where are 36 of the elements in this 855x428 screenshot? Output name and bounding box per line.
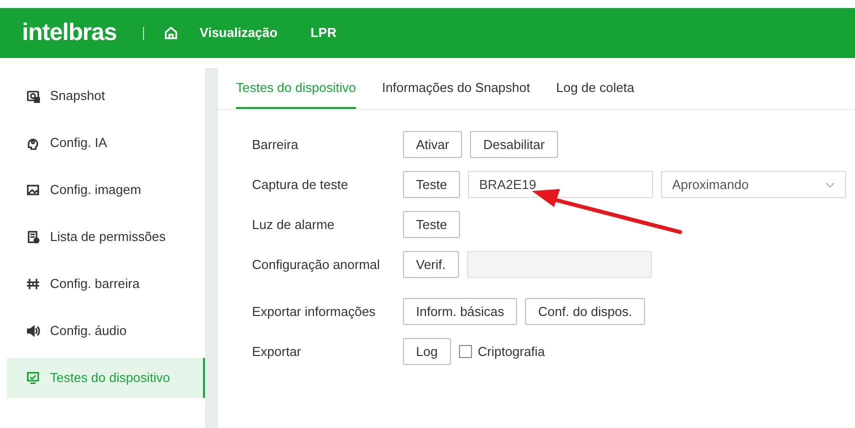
action-button[interactable]: Ativar [403, 131, 462, 158]
sidebar-item[interactable]: Config. imagem [7, 170, 205, 210]
sidebar-item[interactable]: Config. áudio [7, 311, 205, 351]
row-label: Exportar [252, 342, 302, 361]
sidebar-item[interactable]: Snapshot [7, 76, 205, 116]
row-label: Configuração anormal [252, 256, 381, 274]
row-label: Captura de teste [252, 176, 350, 194]
list-icon [26, 230, 40, 244]
checkbox[interactable] [458, 345, 472, 358]
speaker-icon [26, 324, 40, 338]
action-button[interactable]: Verif. [403, 251, 459, 278]
tab[interactable]: Log de coleta [556, 68, 634, 109]
action-button[interactable]: Desabilitar [470, 131, 558, 158]
action-button[interactable]: Teste [403, 211, 460, 238]
action-button[interactable]: Log [403, 338, 451, 365]
row-label: Exportar informações [252, 302, 377, 321]
head-icon [26, 136, 40, 150]
camera-icon [26, 89, 40, 103]
barrier-icon [26, 277, 40, 291]
home-icon[interactable] [164, 26, 178, 40]
action-button[interactable]: Inform. básicas [403, 298, 518, 325]
action-button[interactable]: Conf. do dispos. [525, 298, 646, 325]
chevron-down-icon [825, 182, 836, 188]
row-label: Luz de alarme [252, 216, 336, 234]
row-label: Barreira [252, 136, 300, 154]
plate-field[interactable]: BRA2E19 [468, 171, 654, 198]
monitor-icon [26, 371, 40, 385]
logo: intelbras [22, 18, 117, 48]
tab[interactable]: Informações do Snapshot [382, 68, 530, 109]
sidebar-item[interactable]: Config. IA [7, 123, 205, 163]
image-icon [26, 183, 40, 197]
checkbox-label: Criptografia [478, 342, 545, 361]
direction-select[interactable]: Aproximando [661, 171, 846, 198]
sidebar-item[interactable]: Config. barreira [7, 264, 205, 304]
action-button[interactable]: Teste [403, 171, 460, 198]
sidebar-item[interactable]: Lista de permissões [7, 217, 205, 257]
